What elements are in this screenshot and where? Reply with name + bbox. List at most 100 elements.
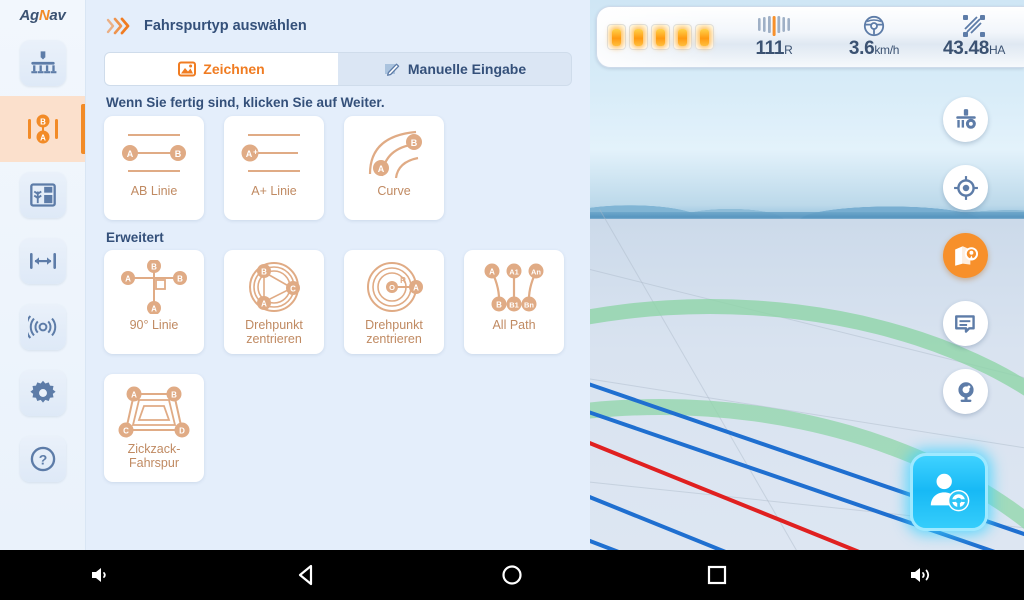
svg-text:An: An: [531, 267, 541, 276]
area-unit: HA: [988, 43, 1006, 57]
sidebar-item-guidance-line[interactable]: B A: [0, 96, 85, 162]
app-logo: Ag Nav: [0, 0, 85, 30]
advanced-card-list-row2: A B C D Zickzack-Fahrspur: [104, 374, 572, 482]
guidance-type-panel: Fahrspurtyp auswählen Zeichnen Manuelle …: [86, 0, 590, 550]
volume-up-button[interactable]: [892, 550, 952, 600]
mode-tabs: Zeichnen Manuelle Eingabe: [104, 52, 572, 86]
lightbar-icon: [724, 14, 824, 38]
lightbar-leds: [607, 24, 714, 50]
tab-zeichnen[interactable]: Zeichnen: [105, 53, 338, 85]
svg-text:C: C: [290, 284, 296, 293]
card-label: AB Linie: [130, 184, 178, 198]
all-path-card-icon: A A1 An B B1 Bn: [472, 258, 556, 316]
pivot-center-radius-card-icon: O R A: [352, 258, 436, 316]
led: [607, 24, 626, 50]
triangle-back-icon: [299, 564, 313, 586]
heading-value: 111: [755, 38, 785, 59]
circle-home-icon: [502, 565, 522, 585]
svg-text:A: A: [40, 133, 46, 142]
svg-text:B: B: [171, 390, 177, 399]
heading-metric: 111R: [724, 14, 824, 60]
sidebar-item-width[interactable]: [0, 228, 85, 294]
svg-text:A1: A1: [509, 267, 519, 276]
ab-line-card-icon: A B: [112, 124, 196, 182]
width-icon: [29, 253, 56, 269]
card-drehpunkt-zentrieren-abc[interactable]: B C A Drehpunkt zentrieren: [224, 250, 324, 354]
card-90-grad-linie[interactable]: A B B A 90° Linie: [104, 250, 204, 354]
square-recents-icon: [707, 565, 726, 585]
svg-text:C: C: [123, 426, 129, 435]
svg-text:A: A: [125, 274, 131, 283]
volume-low-icon: [92, 568, 107, 582]
logo-part-1: Ag: [19, 6, 39, 24]
svg-text:A: A: [489, 267, 495, 276]
implement-settings-button[interactable]: [943, 97, 988, 142]
gear-icon: [29, 380, 56, 403]
svg-text:B: B: [151, 262, 157, 271]
card-all-path[interactable]: A A1 An B B1 Bn All Path: [464, 250, 564, 354]
sidebar-item-help[interactable]: ?: [0, 426, 85, 492]
tab-zeichnen-label: Zeichnen: [203, 61, 265, 77]
tab-manuelle-eingabe[interactable]: Manuelle Eingabe: [338, 53, 571, 85]
card-a-plus-linie[interactable]: A + A+ Linie: [224, 116, 324, 220]
led: [629, 24, 648, 50]
recents-button[interactable]: [687, 550, 747, 600]
draw-icon: [178, 61, 197, 77]
led: [695, 24, 714, 50]
chevrons-right-icon: [106, 17, 130, 35]
led: [651, 24, 670, 50]
ninety-degree-line-card-icon: A B B A: [112, 258, 196, 316]
sidebar-item-field[interactable]: [0, 162, 85, 228]
card-label: Drehpunkt zentrieren: [245, 318, 303, 346]
home-button[interactable]: [482, 550, 542, 600]
map-layers-button[interactable]: [943, 233, 988, 278]
panel-header: Fahrspurtyp auswählen: [104, 0, 572, 52]
svg-text:B: B: [496, 300, 502, 309]
card-curve[interactable]: B A Curve: [344, 116, 444, 220]
sidebar-item-implement[interactable]: [0, 30, 85, 96]
speed-value: 3.6: [848, 38, 875, 59]
card-label: Drehpunkt zentrieren: [365, 318, 423, 346]
driver-profile-button[interactable]: [910, 453, 988, 531]
svg-text:D: D: [179, 426, 185, 435]
speed-unit: km/h: [874, 43, 900, 57]
basic-card-list: A B AB Linie A + A+ Linie B A Curve: [104, 116, 572, 220]
camera-icon: [957, 381, 974, 402]
svg-text:A: A: [413, 283, 419, 292]
page-title: Fahrspurtyp auswählen: [144, 18, 307, 34]
implement-gear-icon: [955, 108, 976, 129]
zigzag-card-icon: A B C D: [112, 382, 196, 440]
svg-text:B: B: [177, 274, 183, 283]
steering-wheel-icon: [824, 14, 924, 38]
ab-line-icon: B A: [27, 114, 58, 144]
back-button[interactable]: [277, 550, 337, 600]
status-metrics: 111R 3.6km/h 43.48HA: [724, 14, 1024, 60]
panel-hint: Wenn Sie fertig sind, klicken Sie auf We…: [106, 95, 385, 110]
signal-icon: [27, 315, 56, 339]
svg-text:A: A: [127, 149, 134, 159]
map-pin-icon: [954, 245, 978, 266]
area-metric: 43.48HA: [924, 14, 1024, 60]
card-label: Zickzack-Fahrspur: [127, 442, 181, 470]
svg-text:B: B: [175, 149, 182, 159]
card-drehpunkt-zentrieren-radius[interactable]: O R A Drehpunkt zentrieren: [344, 250, 444, 354]
section-title-erweitert: Erweitert: [106, 230, 164, 245]
sidebar: Ag Nav B A ?: [0, 0, 86, 550]
svg-text:O: O: [389, 283, 395, 292]
svg-text:+: +: [253, 148, 258, 157]
volume-down-button[interactable]: [72, 550, 132, 600]
pivot-center-abc-card-icon: B C A: [232, 258, 316, 316]
svg-text:A: A: [151, 304, 157, 313]
notes-button[interactable]: [943, 301, 988, 346]
sidebar-item-signal[interactable]: [0, 294, 85, 360]
svg-text:A: A: [378, 164, 385, 174]
heading-unit: R: [784, 43, 793, 57]
svg-text:Bn: Bn: [524, 300, 534, 309]
svg-text:B: B: [40, 117, 46, 126]
center-position-button[interactable]: [943, 165, 988, 210]
sidebar-item-settings[interactable]: [0, 360, 85, 426]
card-zickzack-fahrspur[interactable]: A B C D Zickzack-Fahrspur: [104, 374, 204, 482]
camera-button[interactable]: [943, 369, 988, 414]
svg-text:A: A: [131, 390, 137, 399]
card-ab-linie[interactable]: A B AB Linie: [104, 116, 204, 220]
